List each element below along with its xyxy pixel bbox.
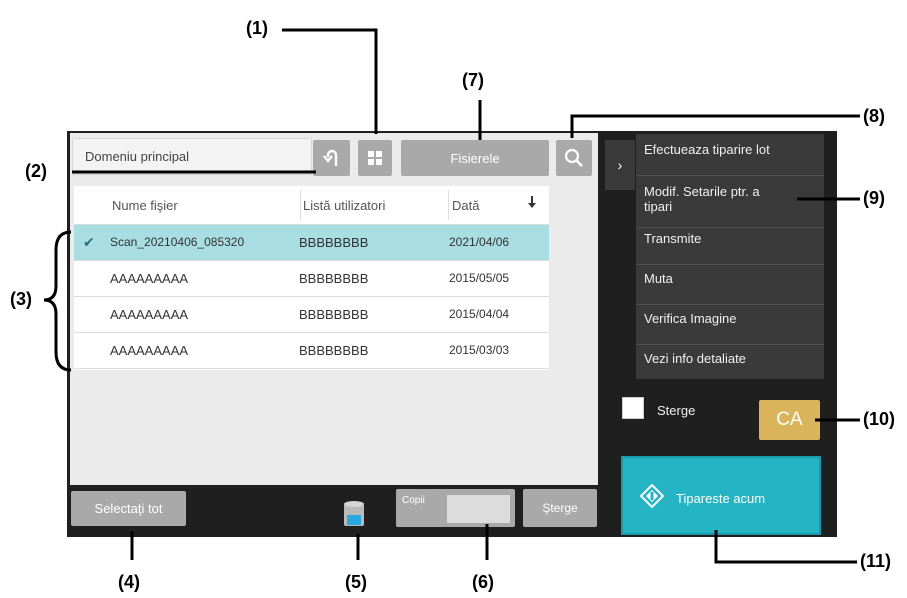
- callout-9: (9): [863, 188, 885, 208]
- callout-10: (10): [863, 409, 896, 429]
- callout-lines: [43, 28, 860, 564]
- callout-6: (6): [472, 572, 494, 592]
- callout-1: (1): [246, 18, 268, 38]
- callout-2: (2): [25, 161, 47, 181]
- callout-8: (8): [863, 106, 885, 126]
- callout-7: (7): [462, 70, 484, 90]
- callout-3: (3): [10, 289, 32, 309]
- callout-4: (4): [118, 572, 140, 592]
- callout-11: (11): [860, 551, 892, 571]
- callout-5: (5): [345, 572, 367, 592]
